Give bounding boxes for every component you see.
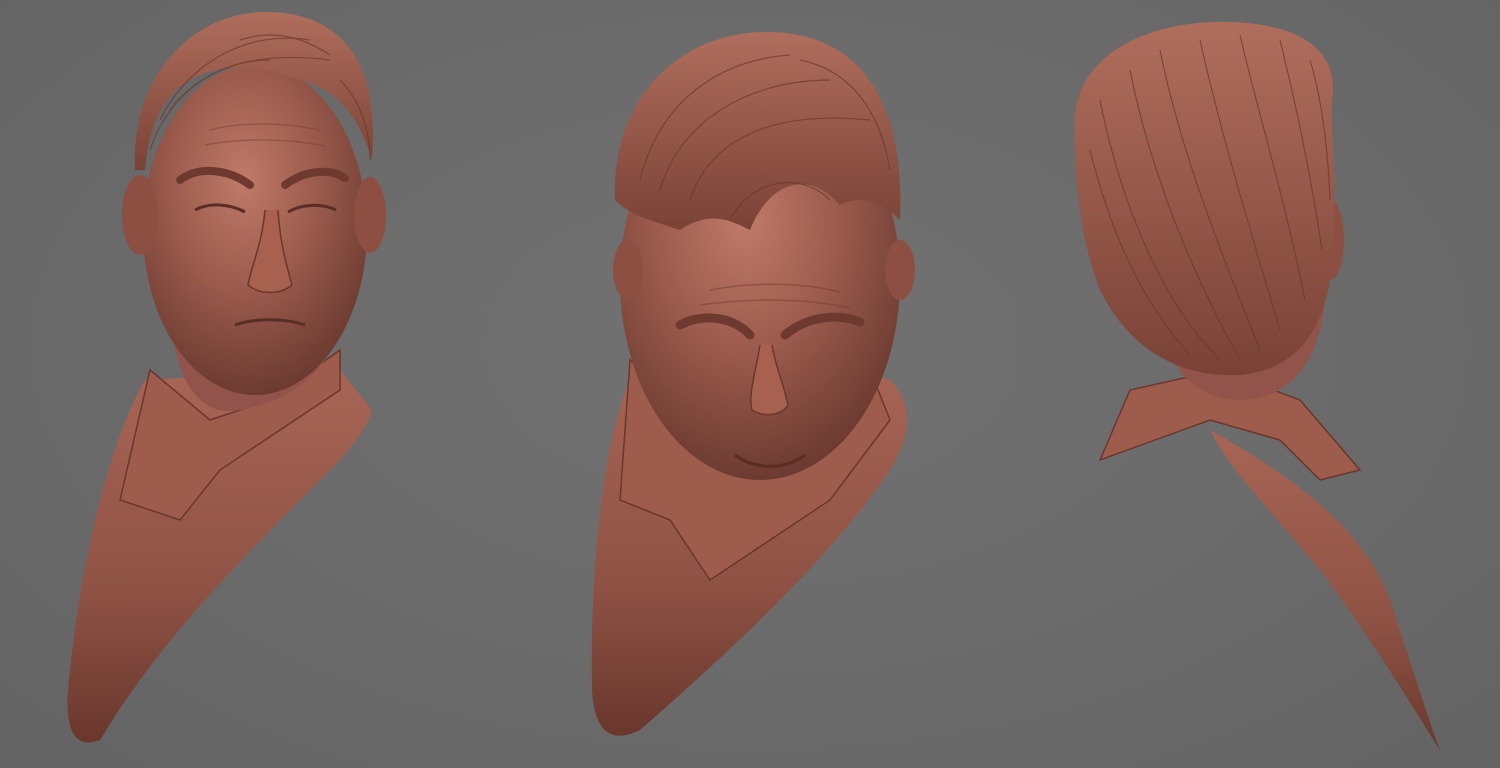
back-view (1060, 0, 1480, 768)
front-view (40, 0, 420, 768)
top-down-view (570, 0, 950, 768)
hair (1074, 21, 1335, 376)
right-ear (885, 240, 915, 300)
head (143, 65, 367, 395)
right-ear (354, 177, 386, 253)
left-ear (122, 175, 158, 255)
left-ear (613, 240, 643, 300)
sculpt-render-canvas (0, 0, 1500, 768)
